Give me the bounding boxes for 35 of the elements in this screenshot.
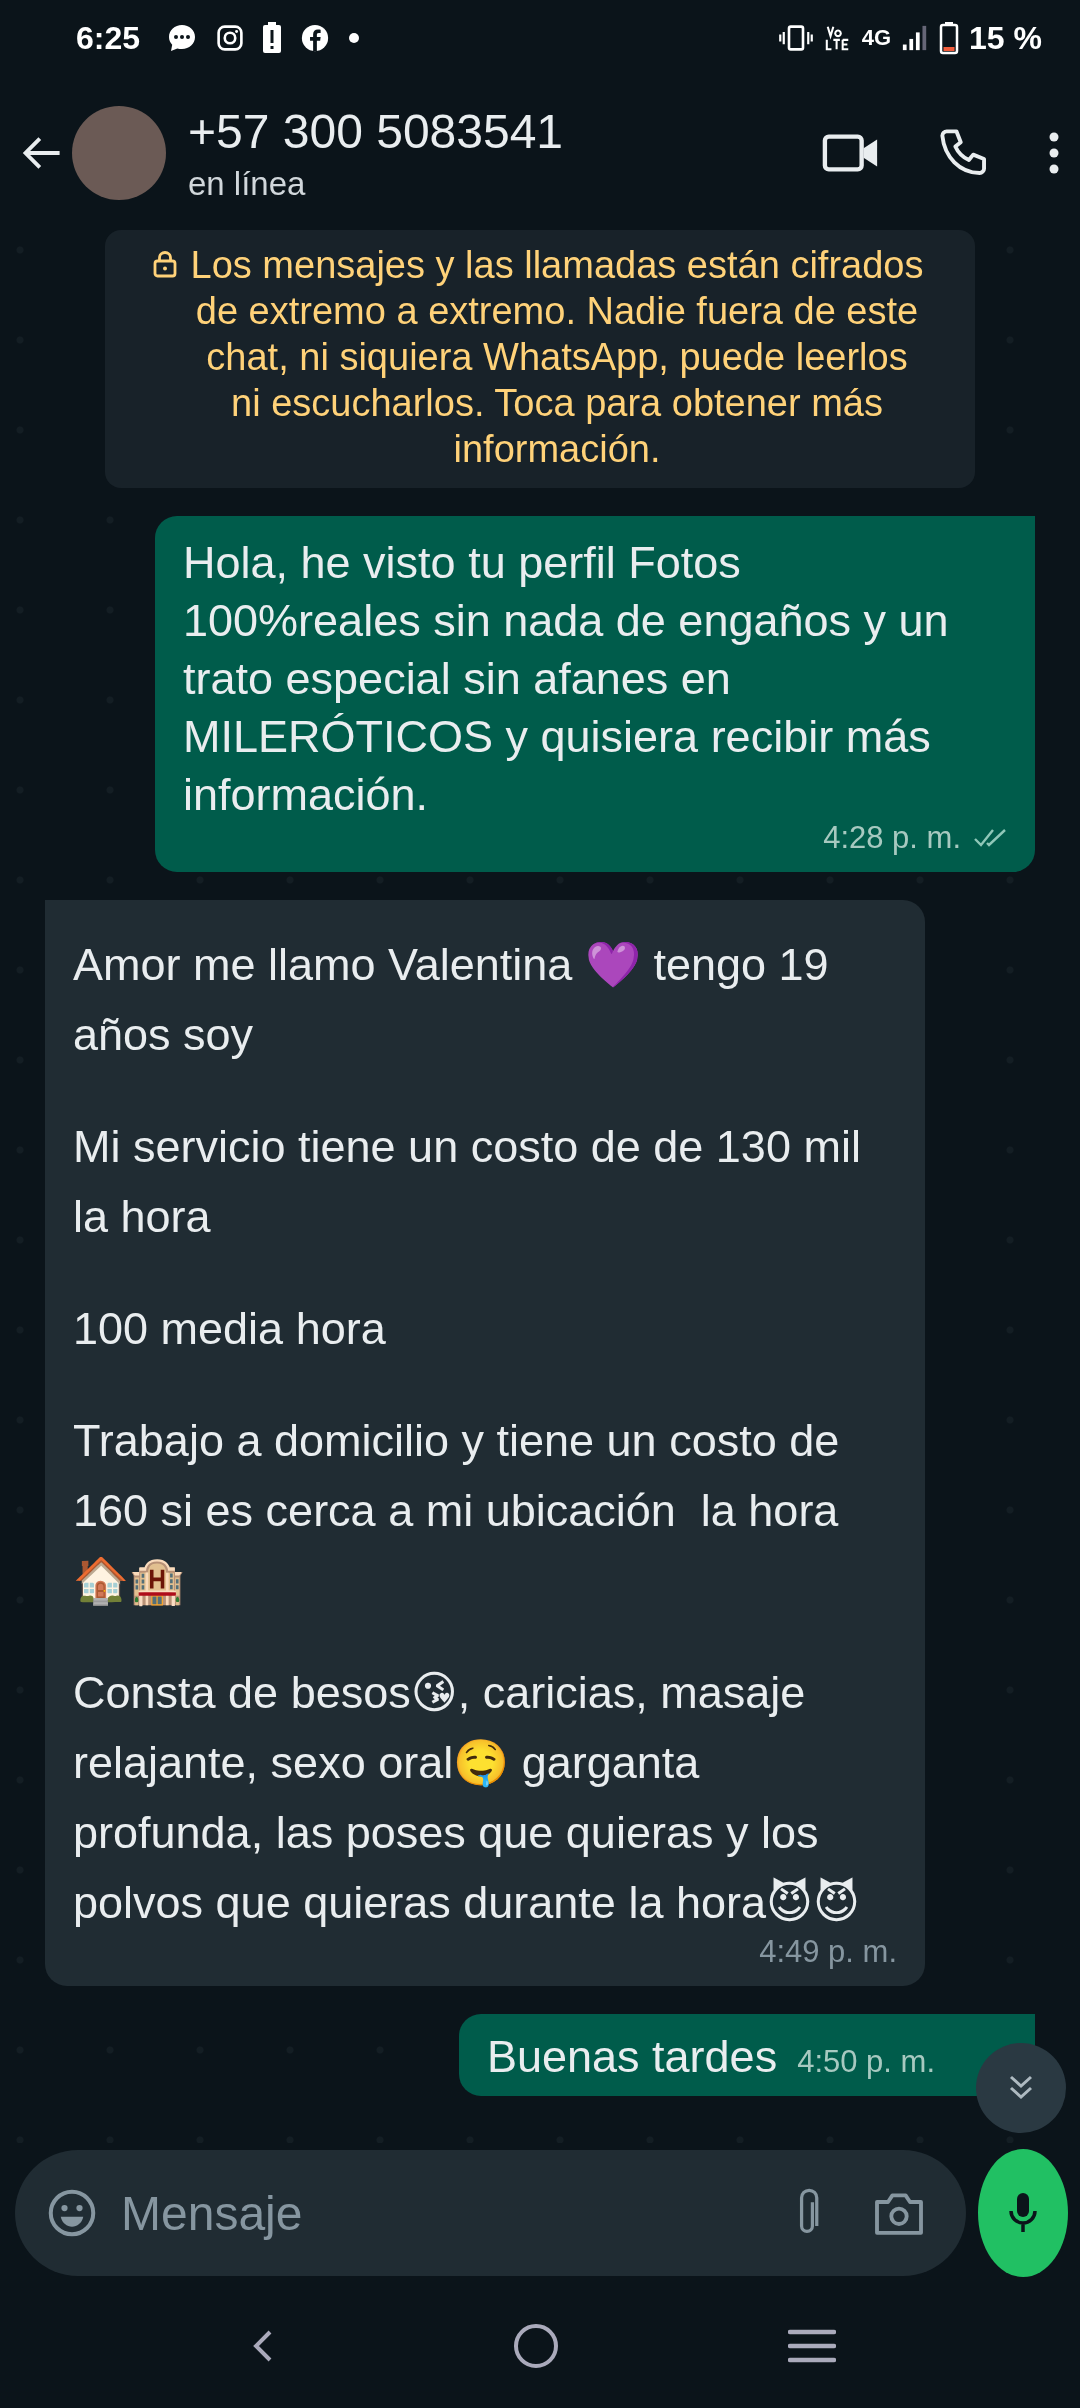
message-text: 100 media hora <box>73 1302 387 1356</box>
message-composer-field[interactable]: Mensaje <box>15 2150 966 2276</box>
network-type: 4G <box>861 25 892 51</box>
message-text: Trabajo a domicilio y tiene un costo de 160 si es cerca a mi ubicación la hora 🏠🏨 <box>73 1414 841 1608</box>
message-text: Amor me llamo Valentina 💜 tengo 19 años soy <box>73 938 830 1062</box>
presence-status: en línea <box>188 164 307 203</box>
clock-time: 6:25 <box>76 19 141 57</box>
message-text: Mi servicio tiene un costo de de 130 mil la hora <box>73 1120 862 1244</box>
received-message-bubble[interactable] <box>45 900 925 1986</box>
message-input-field[interactable]: Mensaje <box>121 2185 742 2241</box>
f-logo-icon <box>300 23 331 53</box>
message-text: Consta de besos😘, caricias, masaje relajante, sexo oral🤤 garganta profunda, las poses que quieras y los polvos que quieras durante la hora😈😈 <box>73 1666 861 1930</box>
sent-message-bubble[interactable]: Buenas tardes 4:50 p. m. <box>458 2014 1035 2096</box>
message-text: Hola, he visto tu perfil Fotos 100%reales sin nada de engaños y un trato especial sin afanes en MILERÓTICOS y quisiera recibir más información. <box>183 536 950 822</box>
message-time: 4:50 p. m. <box>797 2044 935 2080</box>
camera-icon[interactable] <box>872 2191 926 2235</box>
home-nav-icon[interactable] <box>512 2321 560 2370</box>
message-text: Buenas tardes <box>486 2030 778 2084</box>
vibrate-icon <box>777 24 814 52</box>
encryption-notice-card[interactable]: Los mensajes y las llamadas están cifrados de extremo a extremo. Nadie fuera de este chat, ni siquiera WhatsApp, puede leerlos ni escucharlos. Toca para obtener más información. <box>105 230 975 488</box>
video-call-icon[interactable] <box>822 131 880 175</box>
microphone-icon <box>1008 2191 1038 2235</box>
dot-icon <box>348 32 361 44</box>
encryption-notice-text: Los mensajes y las llamadas están cifrados de extremo a extremo. Nadie fuera de este chat, ni siquiera WhatsApp, puede leerlos ni escucharlos. Toca para obtener más información. <box>189 243 925 472</box>
message-time: 4:49 p. m. <box>759 1934 897 1970</box>
camera-outline-icon <box>216 24 245 52</box>
battery-icon <box>939 21 960 55</box>
sent-message-bubble[interactable]: Hola, he visto tu perfil Fotos 100%reales sin nada de engaños y un trato especial sin afanes en MILERÓTICOS y quisiera recibir más información. 4:28 p. m. <box>155 516 1035 872</box>
alert-battery-icon <box>262 22 283 54</box>
battery-percent: 15 % <box>969 19 1042 57</box>
more-options-icon[interactable] <box>1048 131 1060 175</box>
message-time: 4:28 p. m. <box>823 820 961 856</box>
lock-icon <box>153 250 177 278</box>
contact-name[interactable]: +57 300 5083541 <box>188 103 764 159</box>
emoji-icon[interactable] <box>47 2188 97 2238</box>
